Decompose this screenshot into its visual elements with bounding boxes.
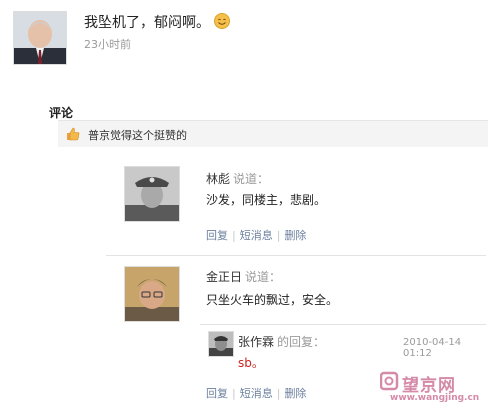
thumbs-up-icon [66,126,80,141]
comment-2-author[interactable]: 金正日 [206,270,242,284]
like-text: 普京觉得这个挺赞的 [88,129,187,142]
reply-author-line: 张作霖 的回复： [238,333,325,350]
comment-2-author-line: 金正日 说道： [206,268,281,285]
comment-1-actions: 回复 | 短消息 | 删除 [206,227,306,243]
separator: | [232,387,236,400]
separator: | [276,387,281,400]
comment-1-author[interactable]: 林彪 [206,172,230,186]
reply-said: 的回复： [277,335,326,349]
watermark-url: www.wangjing.cn [390,393,480,403]
comment-1-divider [106,255,486,256]
comment-2-text: 只坐火车的飘过，安全。 [206,293,339,307]
comment-2-said: 说道： [245,270,282,284]
comment-1-avatar[interactable] [124,166,180,222]
post-text: 我坠机了，郁闷啊。 [84,15,210,31]
comment-1-said: 说道： [233,172,270,186]
reply-text: sb。 [238,356,264,370]
comment-2-actions: 回复 | 短消息 | 删除 [206,385,306,401]
comments-title: 评论 [49,106,74,120]
reply-link[interactable]: 回复 [206,229,228,242]
comment-1-text: 沙发，同楼主，悲剧。 [206,193,327,207]
separator: | [276,229,281,242]
post-time: 23小时前 [84,38,131,51]
message-link[interactable]: 短消息 [240,387,273,400]
reply-avatar[interactable] [208,331,234,357]
comment-1-author-line: 林彪 说道： [206,170,269,187]
comment-2-avatar[interactable] [124,266,180,322]
reply-link[interactable]: 回复 [206,387,228,400]
reply-divider [200,324,486,325]
poster-avatar[interactable] [13,11,67,65]
reply-time: 2010-04-14 01:12 [403,337,462,359]
delete-link[interactable]: 删除 [284,229,306,242]
message-link[interactable]: 短消息 [240,229,273,242]
watermark: 望京网 www.wangjing.cn [379,370,486,406]
reply-author[interactable]: 张作霖 [238,335,274,349]
separator: | [232,229,236,242]
like-bar: 普京觉得这个挺赞的 [58,120,488,147]
smile-emoji-icon [214,13,230,29]
delete-link[interactable]: 删除 [284,387,306,400]
